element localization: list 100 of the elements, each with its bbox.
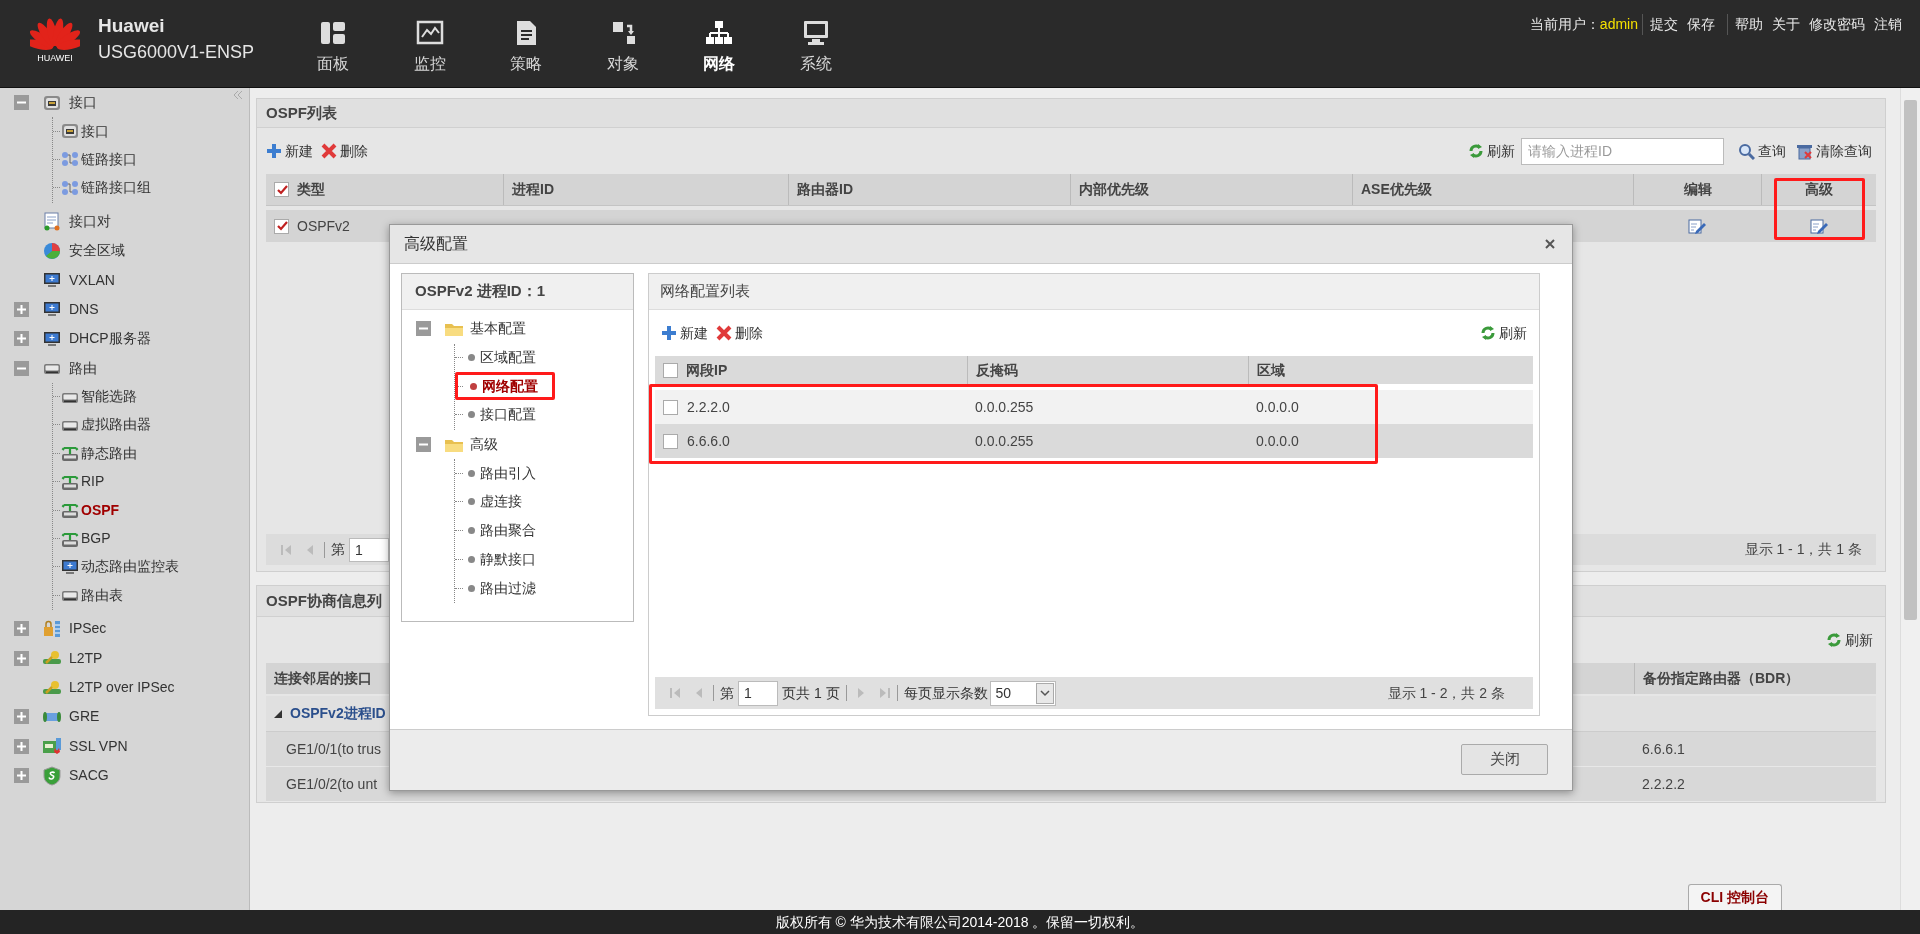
edit-icon[interactable] [1808, 217, 1829, 235]
sidebar-item[interactable]: 路由表 [81, 584, 123, 606]
add-button[interactable]: 新建 [266, 140, 313, 162]
refresh-button[interactable]: 刷新 [1826, 629, 1873, 651]
sidebar-item[interactable]: SSL VPN [69, 735, 128, 757]
nav-tab[interactable]: 对象 [574, 0, 671, 86]
column-header[interactable]: 反掩码 [976, 359, 1018, 381]
expand-toggle[interactable] [14, 738, 29, 754]
delete-button[interactable]: 删除 [716, 322, 763, 344]
tree-item[interactable]: 区域配置 [480, 347, 536, 369]
sidebar-item[interactable]: 接口对 [69, 210, 111, 232]
header-link[interactable]: 提交 [1650, 14, 1678, 35]
clear-query-button[interactable]: 清除查询 [1796, 140, 1872, 162]
column-header[interactable]: 类型 [297, 179, 325, 200]
header-link[interactable]: 注销 [1874, 14, 1902, 35]
expand-toggle[interactable] [14, 709, 29, 725]
sidebar-item[interactable]: L2TP over IPSec [69, 677, 175, 698]
sidebar-item[interactable]: BGP [81, 528, 111, 550]
expand-toggle[interactable] [14, 768, 29, 784]
refresh-button[interactable]: 刷新 [1468, 140, 1515, 162]
tree-item[interactable]: 路由聚合 [480, 520, 536, 542]
sidebar-item[interactable]: DHCP服务器 [69, 328, 151, 350]
checkbox[interactable] [274, 218, 289, 234]
expand-toggle[interactable] [14, 621, 29, 637]
column-header[interactable]: 进程ID [512, 179, 554, 200]
column-header[interactable]: 网段IP [686, 359, 728, 381]
sidebar-item[interactable]: IPSec [69, 618, 107, 640]
tree-item[interactable]: 静默接口 [480, 548, 536, 570]
sidebar-item[interactable]: RIP [81, 471, 105, 493]
column-header[interactable]: 区域 [1257, 359, 1285, 381]
collapse-toggle[interactable] [14, 95, 29, 111]
refresh-button[interactable]: 刷新 [1480, 322, 1527, 344]
header-link[interactable]: 关于 [1772, 14, 1800, 35]
sidebar-item[interactable]: SACG [69, 765, 109, 787]
sidebar-item[interactable]: VXLAN [69, 269, 115, 291]
column-header[interactable]: 编辑 [1683, 179, 1712, 200]
header-link[interactable]: 帮助 [1735, 14, 1763, 35]
sidebar-item[interactable]: GRE [69, 706, 100, 728]
tree-item[interactable]: 路由引入 [480, 462, 536, 484]
page-size-dropdown[interactable]: 50 [989, 680, 1056, 706]
nav-tab[interactable]: 监控 [381, 0, 478, 86]
search-field[interactable]: 请输入进程ID [1521, 137, 1724, 165]
column-header[interactable]: 路由器ID [797, 179, 853, 200]
checkbox[interactable] [663, 362, 678, 378]
sidebar-item[interactable]: L2TP [69, 647, 103, 669]
tree-item[interactable]: 虚连接 [480, 491, 522, 513]
tree-item[interactable]: 基本配置 [470, 318, 526, 340]
column-header[interactable]: 连接邻居的接口 [274, 668, 372, 689]
column-header[interactable]: 备份指定路由器（BDR） [1643, 668, 1800, 689]
collapse-icon[interactable] [233, 90, 243, 100]
checkbox[interactable] [274, 182, 289, 197]
sidebar-item[interactable]: 路由 [69, 357, 97, 379]
plus-icon [17, 624, 26, 634]
expand-toggle[interactable] [14, 650, 29, 666]
sidebar-item[interactable]: 接口 [81, 120, 109, 142]
tree-item[interactable]: 高级 [470, 434, 498, 456]
nav-tab[interactable]: 网络 [671, 0, 768, 86]
nav-tab[interactable]: 面板 [285, 0, 382, 86]
sidebar-item[interactable]: OSPF [81, 499, 120, 521]
page-field[interactable]: 1 [738, 680, 778, 706]
checkbox[interactable] [663, 399, 678, 415]
expand-toggle[interactable] [14, 301, 29, 317]
header-link[interactable]: 保存 [1687, 14, 1715, 35]
sidebar-item[interactable]: 智能选路 [81, 386, 137, 408]
sidebar-item[interactable]: 接口 [69, 92, 97, 114]
collapse-toggle[interactable] [416, 437, 431, 453]
add-button[interactable]: 新建 [661, 322, 708, 344]
expand-toggle[interactable] [14, 331, 29, 347]
trash-icon [1796, 142, 1813, 160]
tree-item[interactable]: 路由过滤 [480, 577, 536, 599]
sidebar-item[interactable]: 安全区域 [69, 240, 125, 262]
bullet-icon [470, 382, 477, 390]
header-link[interactable]: 修改密码 [1809, 14, 1865, 35]
tree-item[interactable]: 接口配置 [480, 404, 536, 426]
sidebar-item[interactable]: 链路接口组 [81, 177, 151, 199]
console-tab[interactable]: CLI 控制台 [1687, 884, 1782, 910]
sidebar-item[interactable]: 链路接口 [81, 148, 137, 170]
edit-icon[interactable] [1687, 217, 1707, 235]
collapse-toggle[interactable] [416, 321, 431, 337]
page-field[interactable]: 1 [349, 537, 389, 562]
sidebar-item[interactable]: DNS [69, 298, 99, 320]
collapse-arrow-icon[interactable] [274, 709, 282, 718]
column-header[interactable]: 高级 [1805, 179, 1833, 200]
sidebar-item[interactable]: 动态路由监控表 [81, 556, 179, 578]
scrollbar[interactable] [1900, 88, 1920, 910]
tree-title: OSPFv2 进程ID：1 [415, 281, 546, 302]
column-header[interactable]: 内部优先级 [1079, 179, 1149, 200]
column-header[interactable]: ASE优先级 [1361, 179, 1432, 200]
sidebar-item[interactable]: 虚拟路由器 [81, 414, 151, 436]
close-button[interactable]: 关闭 [1461, 744, 1548, 775]
tree-item[interactable]: 网络配置 [482, 375, 538, 397]
query-button[interactable]: 查询 [1738, 140, 1786, 162]
dropdown-icon [1035, 682, 1054, 704]
checkbox[interactable] [663, 433, 678, 449]
nav-tab[interactable]: 策略 [478, 0, 575, 86]
collapse-toggle[interactable] [14, 360, 29, 376]
delete-button[interactable]: 删除 [321, 140, 368, 162]
sidebar-item[interactable]: 静态路由 [81, 442, 137, 464]
close-button[interactable] [1544, 238, 1556, 250]
nav-tab[interactable]: 系统 [767, 0, 864, 86]
